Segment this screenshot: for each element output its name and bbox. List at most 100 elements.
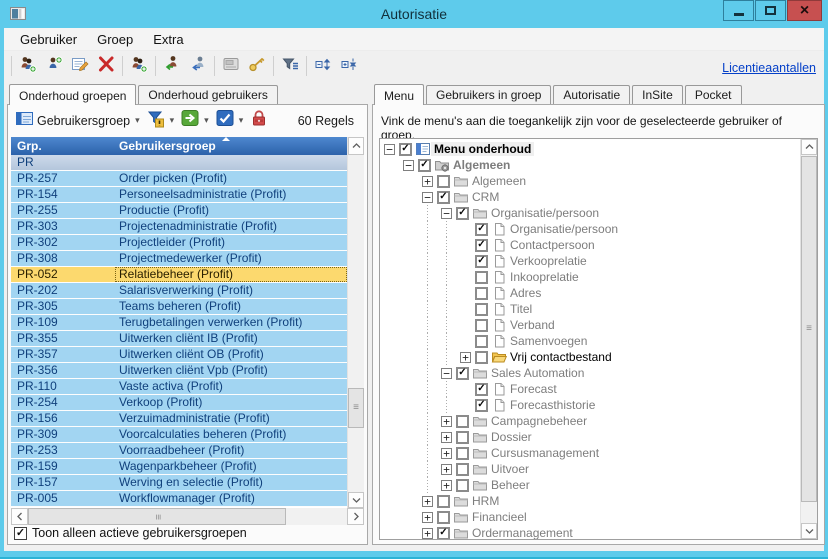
scroll-up-button[interactable] [801,139,817,155]
table-row[interactable]: PR-052 Relatiebeheer (Profit) [11,267,347,283]
user-into-group-button[interactable] [159,54,185,78]
expand-toggle[interactable]: + [460,351,471,363]
tree-item[interactable]: − ✓ Organisatie/persoon [380,205,800,221]
collapse-all-button[interactable] [336,54,362,78]
tree-checkbox[interactable]: ✓ [475,398,488,412]
scrollbar-thumb[interactable]: ≡ [801,156,817,502]
table-row[interactable]: PR-302 Projectleider (Profit) [11,235,347,251]
expand-toggle[interactable]: + [441,479,452,491]
tree-item[interactable]: Inkooprelatie [380,269,800,285]
menu-gebruiker[interactable]: Gebruiker [10,29,87,50]
preview-button[interactable] [218,54,244,78]
table-row[interactable]: PR-257 Order picken (Profit) [11,171,347,187]
table-row[interactable]: PR-159 Wagenparkbeheer (Profit) [11,459,347,475]
maximize-button[interactable] [755,0,786,21]
tree-item[interactable]: ✓ Organisatie/persoon [380,221,800,237]
tree-checkbox[interactable]: ✓ [437,526,450,539]
minimize-button[interactable] [723,0,754,21]
tree-checkbox[interactable] [456,446,469,460]
table-row[interactable]: PR-309 Voorcalculaties beheren (Profit) [11,427,347,443]
tree-item[interactable]: + ✓ Ordermanagement [380,525,800,539]
tree-item[interactable]: Titel [380,301,800,317]
collapse-toggle[interactable]: − [441,207,452,219]
close-button[interactable]: × [787,0,822,21]
expand-all-button[interactable] [310,54,336,78]
tree-item[interactable]: − ✓ Menu onderhoud [380,141,800,157]
active-groups-checkbox[interactable]: ✓ [14,526,27,540]
tree-item[interactable]: Verband [380,317,800,333]
tree-checkbox[interactable] [475,318,488,332]
grid-header[interactable]: Grp. Gebruikersgroep [11,137,347,155]
column-header-gebruikersgroep[interactable]: Gebruikersgroep [115,137,347,155]
tree-item[interactable]: − ✓ CRM [380,189,800,205]
tree-checkbox[interactable] [475,334,488,348]
scroll-down-button[interactable] [801,523,817,539]
group-header-row[interactable]: PR [11,155,347,171]
tree-checkbox[interactable] [475,286,488,300]
scroll-right-button[interactable] [347,508,364,525]
scroll-down-button[interactable] [348,492,364,508]
tree-item[interactable]: + HRM [380,493,800,509]
tree-checkbox[interactable] [475,270,488,284]
tree-item[interactable]: Samenvoegen [380,333,800,349]
tab-menu[interactable]: Menu [374,84,425,105]
view-grid-button[interactable]: Gebruikersgroep ▾ [13,109,142,132]
collapse-toggle[interactable]: − [384,143,395,155]
user-out-of-group-button[interactable] [185,54,211,78]
table-row[interactable]: PR-154 Personeelsadministratie (Profit) [11,187,347,203]
tree-item[interactable]: + Financieel [380,509,800,525]
tree-item[interactable]: Adres [380,285,800,301]
expand-toggle[interactable]: + [422,527,433,539]
tree-item[interactable]: ✓ Forecast [380,381,800,397]
table-row[interactable]: PR-303 Projectenadministratie (Profit) [11,219,347,235]
scrollbar-thumb[interactable]: ≡ [348,387,364,428]
tab-onderhoud-groepen[interactable]: Onderhoud groepen [9,84,137,105]
tree-checkbox[interactable]: ✓ [475,222,488,236]
tree-checkbox[interactable] [456,430,469,444]
tree-checkbox[interactable] [437,510,450,524]
tree-item[interactable]: − ✓ Algemeen [380,157,800,173]
tree-checkbox[interactable] [475,302,488,316]
tree-item[interactable]: ✓ Forecasthistorie [380,397,800,413]
tree-checkbox[interactable]: ✓ [475,254,488,268]
expand-toggle[interactable]: + [422,511,433,523]
titlebar[interactable]: Autorisatie × [0,0,828,28]
menu-extra[interactable]: Extra [143,29,193,50]
table-row[interactable]: PR-254 Verkoop (Profit) [11,395,347,411]
table-row[interactable]: PR-005 Workflowmanager (Profit) [11,491,347,507]
tree-checkbox[interactable] [456,462,469,476]
tab-insite[interactable]: InSite [632,85,683,104]
table-row[interactable]: PR-255 Productie (Profit) [11,203,347,219]
tree-checkbox[interactable]: ✓ [475,382,488,396]
filter-button[interactable] [277,54,303,78]
tree-item[interactable]: + Dossier [380,429,800,445]
table-row[interactable]: PR-156 Verzuimadministratie (Profit) [11,411,347,427]
tree-checkbox[interactable]: ✓ [475,238,488,252]
properties-button[interactable] [67,54,93,78]
tree-checkbox[interactable]: ✓ [437,190,450,204]
tree-checkbox[interactable]: ✓ [399,142,412,156]
lock-button[interactable] [248,109,270,132]
tree-checkbox[interactable] [437,174,450,188]
scroll-track[interactable]: ≡ [801,155,817,523]
menu-groep[interactable]: Groep [87,29,143,50]
tree-item[interactable]: + Cursusmanagement [380,445,800,461]
tree-checkbox[interactable]: ✓ [418,158,431,172]
tree-checkbox[interactable]: ✓ [456,206,469,220]
tree-checkbox[interactable] [456,414,469,428]
table-row[interactable]: PR-109 Terugbetalingen verwerken (Profit) [11,315,347,331]
tab-pocket[interactable]: Pocket [684,85,742,104]
table-row[interactable]: PR-357 Uitwerken cliënt OB (Profit) [11,347,347,363]
table-row[interactable]: PR-356 Uitwerken cliënt Vpb (Profit) [11,363,347,379]
delete-button[interactable] [93,54,119,78]
grid-vertical-scrollbar[interactable]: ≡ [347,137,364,508]
collapse-toggle[interactable]: − [422,191,433,203]
table-row[interactable]: PR-355 Uitwerken cliënt IB (Profit) [11,331,347,347]
tab-gebruikers-in-groep[interactable]: Gebruikers in groep [426,85,552,104]
tree-item[interactable]: ✓ Verkooprelatie [380,253,800,269]
expand-toggle[interactable]: + [422,175,433,187]
scroll-up-button[interactable] [348,137,364,155]
table-row[interactable]: PR-308 Projectmedewerker (Profit) [11,251,347,267]
grid-horizontal-scrollbar[interactable]: ≡ [11,508,364,525]
tree-item[interactable]: ✓ Contactpersoon [380,237,800,253]
